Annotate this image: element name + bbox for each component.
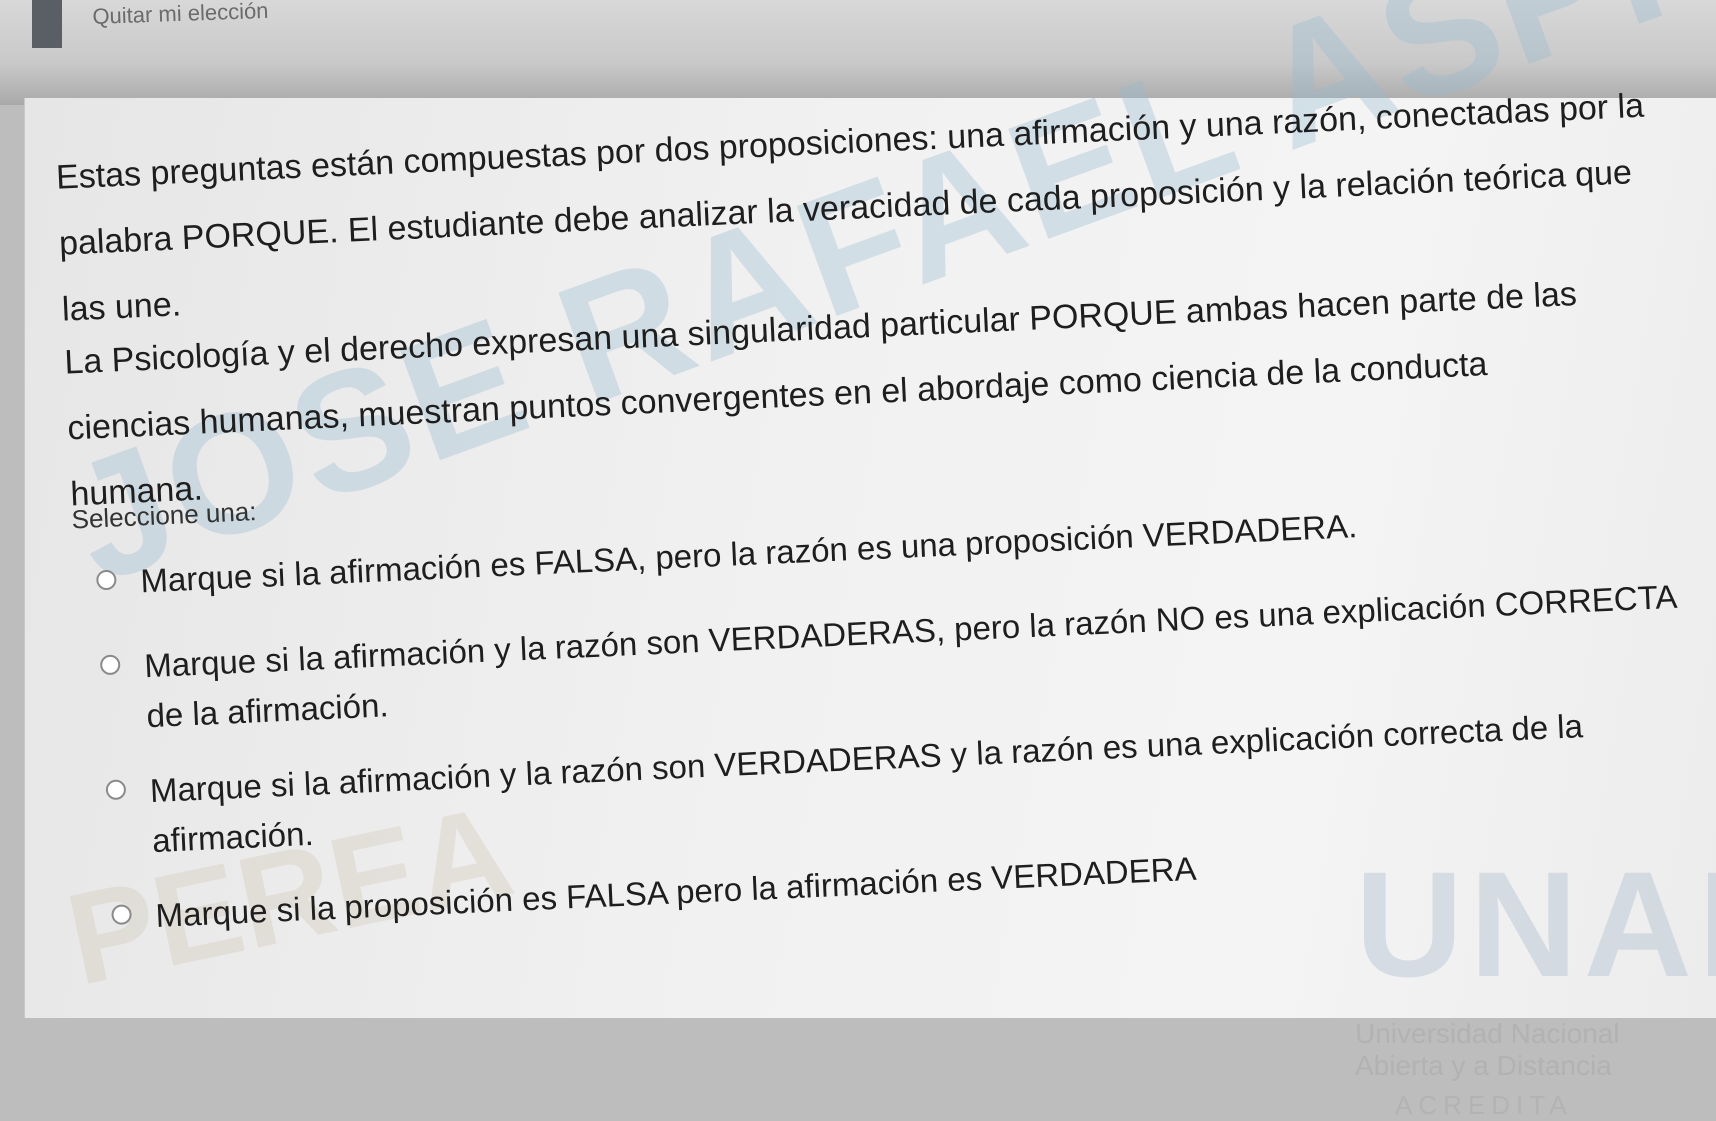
radio-button[interactable] — [111, 904, 133, 926]
logo-line2: Abierta y a Distancia — [1355, 1050, 1612, 1081]
logo-line3: ACREDITA — [1395, 1090, 1573, 1120]
logo-line1: Universidad Nacional — [1355, 1018, 1620, 1049]
radio-button[interactable] — [105, 779, 127, 801]
clear-choice-link[interactable]: Quitar mi elección — [92, 0, 269, 30]
radio-button[interactable] — [99, 654, 121, 676]
top-bar-accent — [32, 0, 62, 48]
radio-button[interactable] — [95, 569, 117, 591]
